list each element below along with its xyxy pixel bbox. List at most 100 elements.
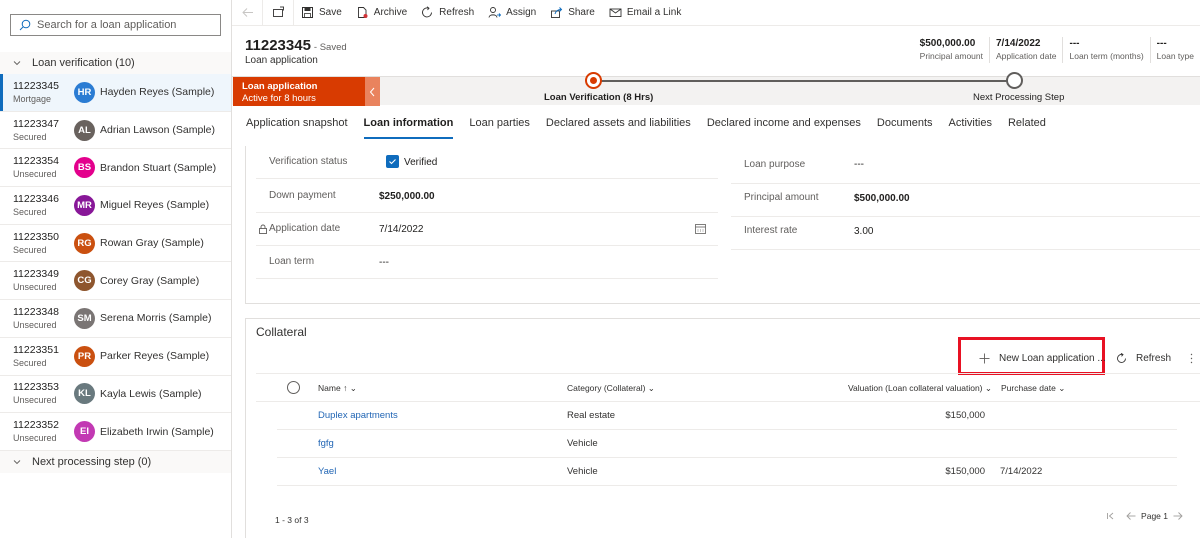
loan-meta: 11223351 Secured	[13, 344, 74, 369]
loan-list-item[interactable]: 11223351 Secured PR Parker Reyes (Sample)	[0, 338, 231, 376]
loan-list-item[interactable]: 11223346 Secured MR Miguel Reyes (Sample)	[0, 187, 231, 225]
stage-label-current[interactable]: Loan Verification (8 Hrs)	[544, 92, 653, 103]
loan-meta: 11223345 Mortgage	[13, 80, 74, 105]
loan-list-item[interactable]: 11223345 Mortgage HR Hayden Reyes (Sample)	[0, 74, 231, 112]
header-fields: $500,000.00 Principal amount 7/14/2022 App…	[914, 37, 1200, 63]
refresh-button[interactable]: Refresh	[414, 0, 481, 26]
email-link-icon	[609, 8, 622, 17]
back-button[interactable]	[232, 0, 262, 26]
field-application-date: Application date 7/14/2022	[256, 213, 718, 246]
archive-button[interactable]: Archive	[349, 0, 414, 26]
collateral-valuation: $150,000	[945, 410, 985, 421]
applicant-name: Brandon Stuart (Sample)	[100, 161, 217, 174]
refresh-label: Refresh	[1136, 353, 1172, 364]
tab-declared-income-and-expenses[interactable]: Declared income and expenses	[699, 110, 869, 140]
loan-list-sidebar: Loan verification (10) 11223345MortgageH…	[0, 0, 232, 538]
group-loan-verification[interactable]: Loan verification (10)	[0, 52, 231, 74]
grid-refresh-button[interactable]: Refresh	[1116, 348, 1171, 369]
loan-list-item[interactable]: 11223353 Unsecured KL Kayla Lewis (Sample)	[0, 376, 231, 414]
field-loan-purpose: Loan purpose ---	[731, 146, 1200, 184]
loan-meta: 11223350 Secured	[13, 231, 74, 256]
tab-loan-information[interactable]: Loan information	[356, 110, 462, 140]
loan-type: Unsecured	[13, 169, 57, 180]
loan-list-item[interactable]: 11223350 Secured RG Rowan Gray (Sample)	[0, 225, 231, 263]
collapse-process-button[interactable]	[365, 77, 380, 106]
business-process-flow: Loan application Active for 8 hours Loan…	[232, 72, 1200, 106]
tab-activities[interactable]: Activities	[941, 110, 1000, 140]
group-label: Loan verification (10)	[32, 57, 135, 69]
table-row[interactable]: fgfg Vehicle	[277, 430, 1177, 458]
calendar-icon[interactable]	[695, 223, 706, 234]
column-header-category[interactable]: Category (Collateral) ⌄	[567, 383, 655, 394]
loan-number: 11223351	[13, 343, 59, 356]
lock-icon	[259, 224, 267, 234]
avatar: SM	[74, 307, 95, 329]
collateral-purchase-date: 7/14/2022	[1000, 466, 1043, 477]
stage-label-next[interactable]: Next Processing Step	[973, 92, 1064, 103]
sort-ascending-icon: ↑	[343, 383, 348, 393]
search-box[interactable]	[10, 14, 221, 36]
save-button[interactable]: Save	[294, 0, 349, 26]
down-payment-value[interactable]: $250,000.00	[379, 191, 435, 202]
table-row[interactable]: Yael Vehicle $150,000 7/14/2022	[277, 458, 1177, 486]
new-button-label: New Loan application ...	[999, 353, 1106, 364]
loan-meta: 11223353 Unsecured	[13, 381, 74, 406]
loan-list: 11223345 Mortgage HR Hayden Reyes (Sample) 1…	[0, 74, 231, 451]
grid-body: Duplex apartments Real estate $150,000 fgfg…	[256, 402, 1200, 486]
tab-documents[interactable]: Documents	[869, 110, 941, 140]
avatar: KL	[74, 383, 95, 405]
tab-application-snapshot[interactable]: Application snapshot	[238, 110, 356, 140]
group-next-processing-step[interactable]: Next processing step (0)	[0, 451, 231, 473]
previous-page-icon[interactable]	[1126, 511, 1136, 521]
tab-related[interactable]: Related	[1000, 110, 1054, 140]
tab-declared-assets-and-liabilities[interactable]: Declared assets and liabilities	[538, 110, 699, 140]
share-icon	[551, 7, 563, 18]
loan-purpose-value[interactable]: ---	[854, 159, 864, 170]
avatar: EI	[74, 421, 95, 443]
verified-checkbox[interactable]	[386, 155, 399, 168]
email-link-button[interactable]: Email a Link	[602, 0, 688, 26]
page-indicator: Page 1	[1141, 511, 1168, 521]
interest-rate-value[interactable]: 3.00	[854, 226, 873, 237]
next-page-icon[interactable]	[1173, 511, 1183, 521]
collateral-name-link[interactable]: fgfg	[318, 438, 334, 449]
column-header-purchase-date[interactable]: Purchase date ⌄	[1001, 383, 1065, 394]
pagination: Page 1	[1101, 511, 1188, 521]
table-row[interactable]: Duplex apartments Real estate $150,000	[277, 402, 1177, 430]
loan-list-item[interactable]: 11223347 Secured AL Adrian Lawson (Sample)	[0, 112, 231, 150]
loan-list-item[interactable]: 11223354 Unsecured BS Brandon Stuart (Sampl…	[0, 149, 231, 188]
collateral-name-link[interactable]: Yael	[318, 466, 336, 477]
applicant-name: Elizabeth Irwin (Sample)	[100, 425, 214, 438]
tab-loan-parties[interactable]: Loan parties	[461, 110, 538, 140]
applicant-name: Miguel Reyes (Sample)	[100, 199, 210, 212]
search-input[interactable]	[37, 19, 217, 31]
collateral-name-link[interactable]: Duplex apartments	[318, 410, 398, 421]
group-label: Next processing step (0)	[32, 456, 152, 468]
first-page-icon[interactable]	[1106, 511, 1116, 521]
more-commands-button[interactable]	[1186, 348, 1200, 369]
loan-list-item[interactable]: 11223352 Unsecured EI Elizabeth Irwin (Samp…	[0, 413, 231, 451]
collateral-category: Vehicle	[567, 438, 598, 449]
open-new-window-button[interactable]	[263, 0, 293, 26]
loan-number: 11223354	[13, 155, 59, 168]
application-date-value[interactable]: 7/14/2022	[379, 224, 424, 235]
column-header-valuation[interactable]: Valuation (Loan collateral valuation) ⌄	[848, 383, 992, 394]
new-loan-application-button[interactable]: New Loan application ...	[979, 348, 1106, 369]
avatar: MR	[74, 194, 95, 216]
stage-node-loan-verification[interactable]	[585, 72, 602, 89]
refresh-icon	[422, 6, 433, 18]
stage-node-next-processing-step[interactable]	[1006, 72, 1023, 89]
active-stage-flyout[interactable]: Loan application Active for 8 hours	[233, 77, 365, 106]
loan-list-item[interactable]: 11223348 Unsecured SM Serena Morris (Sample…	[0, 300, 231, 338]
loan-number: 11223352	[13, 419, 59, 432]
column-header-name[interactable]: Name ↑ ⌄	[318, 383, 357, 394]
save-label: Save	[319, 7, 342, 18]
collateral-section: Collateral New Loan application ... Refr…	[245, 318, 1200, 538]
select-all-radio[interactable]	[287, 381, 300, 394]
principal-amount-value[interactable]: $500,000.00	[854, 193, 910, 204]
loan-term-value[interactable]: ---	[379, 257, 389, 268]
active-stage-duration: Active for 8 hours	[242, 93, 316, 104]
assign-button[interactable]: Assign	[481, 0, 543, 26]
share-button[interactable]: Share	[543, 0, 602, 26]
loan-list-item[interactable]: 11223349 Unsecured CG Corey Gray (Sample)	[0, 262, 231, 301]
